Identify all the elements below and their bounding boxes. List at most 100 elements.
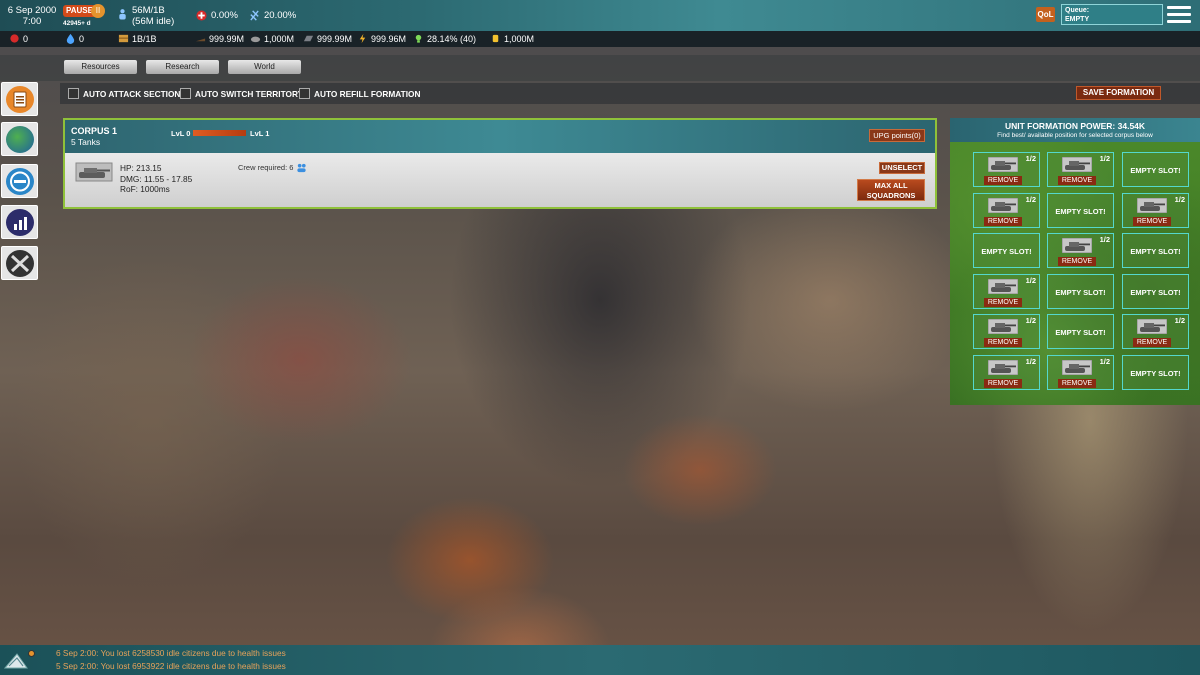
max-all-line1: MAX ALL	[874, 181, 908, 190]
tank-icon	[987, 197, 1019, 214]
formation-slot-filled[interactable]: 1/2 REMOVE	[973, 355, 1040, 390]
remove-button[interactable]: REMOVE	[1058, 257, 1096, 266]
formation-slot-filled[interactable]: 1/2 REMOVE	[973, 314, 1040, 349]
remove-button[interactable]: REMOVE	[984, 379, 1022, 388]
remove-button[interactable]: REMOVE	[984, 298, 1022, 307]
level-to: LvL 1	[250, 129, 270, 138]
tank-icon	[1061, 156, 1093, 173]
resource-value: 0	[79, 33, 85, 44]
slot-count: 1/2	[1025, 316, 1036, 325]
resource-item: 999.99M	[195, 33, 244, 44]
empty-slot-label: EMPTY SLOT!	[1130, 288, 1181, 297]
formation-slot-empty[interactable]: EMPTY SLOT!	[973, 233, 1040, 268]
growth-value: 20.00%	[264, 10, 297, 21]
remove-button[interactable]: REMOVE	[984, 217, 1022, 226]
game-speed-text: 42945+ d	[63, 20, 91, 27]
auto-switch-checkbox[interactable]	[180, 88, 191, 99]
tab-resources[interactable]: Resources	[64, 60, 137, 74]
crate-icon	[118, 34, 129, 43]
empty-slot-label: EMPTY SLOT!	[1130, 369, 1181, 378]
formation-slot-filled[interactable]: 1/2 REMOVE	[973, 152, 1040, 187]
auto-attack-checkbox[interactable]	[68, 88, 79, 99]
formation-slot-empty[interactable]: EMPTY SLOT!	[1047, 193, 1114, 228]
formation-slot-filled[interactable]: 1/2 REMOVE	[973, 193, 1040, 228]
stats-chart-icon	[6, 209, 34, 236]
scroll-log-icon[interactable]	[3, 648, 29, 672]
unit-formation-panel: UNIT FORMATION POWER: 34.54K Find best/ …	[950, 118, 1200, 405]
menu-icon[interactable]	[1167, 6, 1191, 24]
lightbulb-icon	[415, 34, 422, 43]
formation-slot-filled[interactable]: 1/2 REMOVE	[1047, 152, 1114, 187]
corpus-card[interactable]: CORPUS 1 5 Tanks LvL 0 LvL 1 UPG points(…	[63, 118, 937, 209]
crossed-swords-icon	[6, 250, 34, 277]
build-queue[interactable]: Queue: EMPTY	[1061, 4, 1163, 25]
queue-label: Queue:	[1065, 7, 1090, 14]
sidebar-world-button[interactable]	[1, 122, 38, 156]
tab-world[interactable]: World	[228, 60, 301, 74]
formation-slot-empty[interactable]: EMPTY SLOT!	[1122, 152, 1189, 187]
corpus-subtitle: 5 Tanks	[71, 137, 101, 147]
tab-research[interactable]: Research	[146, 60, 219, 74]
max-all-squadrons-button[interactable]: MAX ALL SQUADRONS	[857, 179, 925, 201]
formation-slot-empty[interactable]: EMPTY SLOT!	[1122, 355, 1189, 390]
sidebar-military-button[interactable]	[1, 246, 38, 280]
level-from: LvL 0	[171, 129, 191, 138]
corpus-header: CORPUS 1 5 Tanks LvL 0 LvL 1 UPG points(…	[65, 120, 935, 153]
resource-item: 0	[9, 33, 28, 44]
remove-button[interactable]: REMOVE	[1133, 338, 1171, 347]
slot-count: 1/2	[1025, 195, 1036, 204]
date-text: 6 Sep 2000	[7, 5, 57, 16]
sidebar-trade-button[interactable]	[1, 164, 38, 198]
pause-icon[interactable]: II	[91, 4, 105, 18]
qol-button[interactable]: QoL	[1036, 7, 1055, 22]
remove-button[interactable]: REMOVE	[1058, 176, 1096, 185]
formation-slot-filled[interactable]: 1/2 REMOVE	[1122, 314, 1189, 349]
auto-refill-option[interactable]: AUTO REFILL FORMATION	[299, 88, 420, 99]
formation-slot-empty[interactable]: EMPTY SLOT!	[1122, 233, 1189, 268]
crew-required: Crew required: 6	[238, 162, 307, 173]
remove-button[interactable]: REMOVE	[1133, 217, 1171, 226]
empty-slot-label: EMPTY SLOT!	[1055, 328, 1106, 337]
time-text: 7:00	[22, 16, 42, 27]
resource-value: 999.99M	[209, 33, 245, 44]
auto-attack-label: AUTO ATTACK SECTIONS	[83, 88, 186, 99]
tank-icon	[1061, 359, 1093, 376]
formation-slot-empty[interactable]: EMPTY SLOT!	[1047, 274, 1114, 309]
formation-slot-filled[interactable]: 1/2 REMOVE	[1122, 193, 1189, 228]
formation-slot-filled[interactable]: 1/2 REMOVE	[1047, 233, 1114, 268]
resource-value: 999.96M	[371, 33, 407, 44]
hp-stat: HP: 213.15	[120, 163, 162, 173]
remove-button[interactable]: REMOVE	[984, 176, 1022, 185]
population-idle: (56M idle)	[132, 16, 175, 27]
tank-icon	[987, 278, 1019, 295]
resource-value: 0	[23, 33, 29, 44]
unselect-button[interactable]: UNSELECT	[879, 162, 925, 174]
pause-control[interactable]: PAUSE II 42945+ d	[63, 4, 105, 29]
sidebar-economy-button[interactable]	[1, 205, 38, 239]
game-date: 6 Sep 2000 7:00	[6, 5, 58, 27]
formation-slot-filled[interactable]: 1/2 REMOVE	[1047, 355, 1114, 390]
auto-refill-checkbox[interactable]	[299, 88, 310, 99]
save-formation-button[interactable]: SAVE FORMATION	[1076, 86, 1161, 100]
formation-slot-empty[interactable]: EMPTY SLOT!	[1047, 314, 1114, 349]
slot-count: 1/2	[1025, 154, 1036, 163]
slot-count: 1/2	[1025, 276, 1036, 285]
unit-stats: HP: 213.15 DMG: 11.55 - 17.85 RoF: 1000m…	[120, 163, 192, 195]
remove-button[interactable]: REMOVE	[984, 338, 1022, 347]
auto-switch-option[interactable]: AUTO SWITCH TERRITORY	[180, 88, 303, 99]
empty-slot-label: EMPTY SLOT!	[1130, 166, 1181, 175]
slot-count: 1/2	[1099, 235, 1110, 244]
formation-slot-filled[interactable]: 1/2 REMOVE	[973, 274, 1040, 309]
upgrade-points-button[interactable]: UPG points(0)	[869, 129, 925, 142]
empty-slot-label: EMPTY SLOT!	[1055, 207, 1106, 216]
tank-icon	[1136, 197, 1168, 214]
auto-attack-option[interactable]: AUTO ATTACK SECTIONS	[68, 88, 186, 99]
resource-item: 0	[65, 33, 84, 44]
formation-power-title: UNIT FORMATION POWER: 34.54K	[1004, 121, 1146, 131]
remove-button[interactable]: REMOVE	[1058, 379, 1096, 388]
stone-icon	[250, 36, 261, 43]
level-progress-bar	[193, 130, 246, 136]
formation-slot-empty[interactable]: EMPTY SLOT!	[1122, 274, 1189, 309]
sidebar-tasks-button[interactable]	[1, 82, 38, 116]
max-all-line2: SQUADRONS	[866, 190, 916, 200]
